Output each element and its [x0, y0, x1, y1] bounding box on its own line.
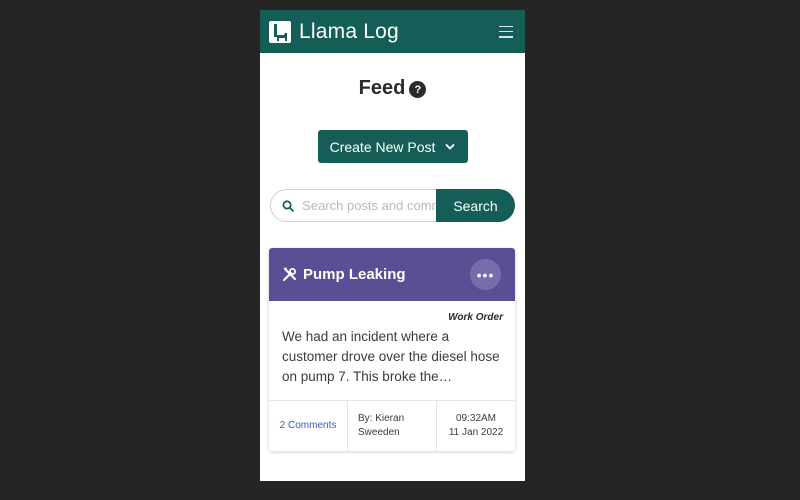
create-post-wrapper: Create New Post: [260, 130, 525, 163]
post-type-label: Work Order: [448, 312, 503, 323]
author-line-1: By: Kieran: [358, 413, 405, 424]
post-time: 09:32AM: [455, 413, 497, 424]
question-circle-icon[interactable]: ?: [409, 81, 427, 98]
comments-cell: 2 Comments: [269, 401, 347, 451]
post-excerpt: We had an incident where a customer drov…: [282, 329, 500, 384]
post-card[interactable]: Pump Leaking ••• Work Order We had an in…: [269, 248, 515, 451]
post-card-footer: 2 Comments By: Kieran Sweeden 09:32AM 11…: [269, 400, 515, 451]
search-input[interactable]: [302, 198, 436, 213]
post-card-header: Pump Leaking •••: [269, 248, 515, 301]
post-card-body: Work Order We had an incident where a cu…: [269, 301, 515, 400]
top-navbar: Llama Log: [260, 10, 525, 53]
create-new-post-label: Create New Post: [329, 138, 436, 155]
llama-icon[interactable]: [269, 20, 291, 43]
tools-icon: [283, 267, 296, 281]
search-icon: [282, 199, 294, 212]
author-line-2: Sweeden: [358, 427, 400, 438]
page-title: Feed: [358, 77, 406, 99]
author-cell: By: Kieran Sweeden: [347, 401, 436, 451]
timestamp-cell: 09:32AM 11 Jan 2022: [436, 401, 515, 451]
search-bar: Search: [270, 189, 515, 222]
search-button[interactable]: Search: [436, 189, 515, 222]
hamburger-icon[interactable]: [499, 25, 513, 38]
app-title[interactable]: Llama Log: [299, 20, 399, 44]
chevron-down-icon: [446, 143, 455, 149]
feed-heading: Feed ?: [260, 77, 525, 100]
post-date: 11 Jan 2022: [448, 427, 504, 438]
comments-link[interactable]: 2 Comments: [280, 419, 337, 433]
ellipsis-icon[interactable]: •••: [470, 259, 501, 290]
app-viewport: Llama Log Feed ? Create New Post Search: [260, 10, 525, 481]
post-title[interactable]: Pump Leaking: [303, 266, 406, 283]
search-field[interactable]: [270, 189, 436, 222]
create-new-post-button[interactable]: Create New Post: [317, 130, 468, 163]
